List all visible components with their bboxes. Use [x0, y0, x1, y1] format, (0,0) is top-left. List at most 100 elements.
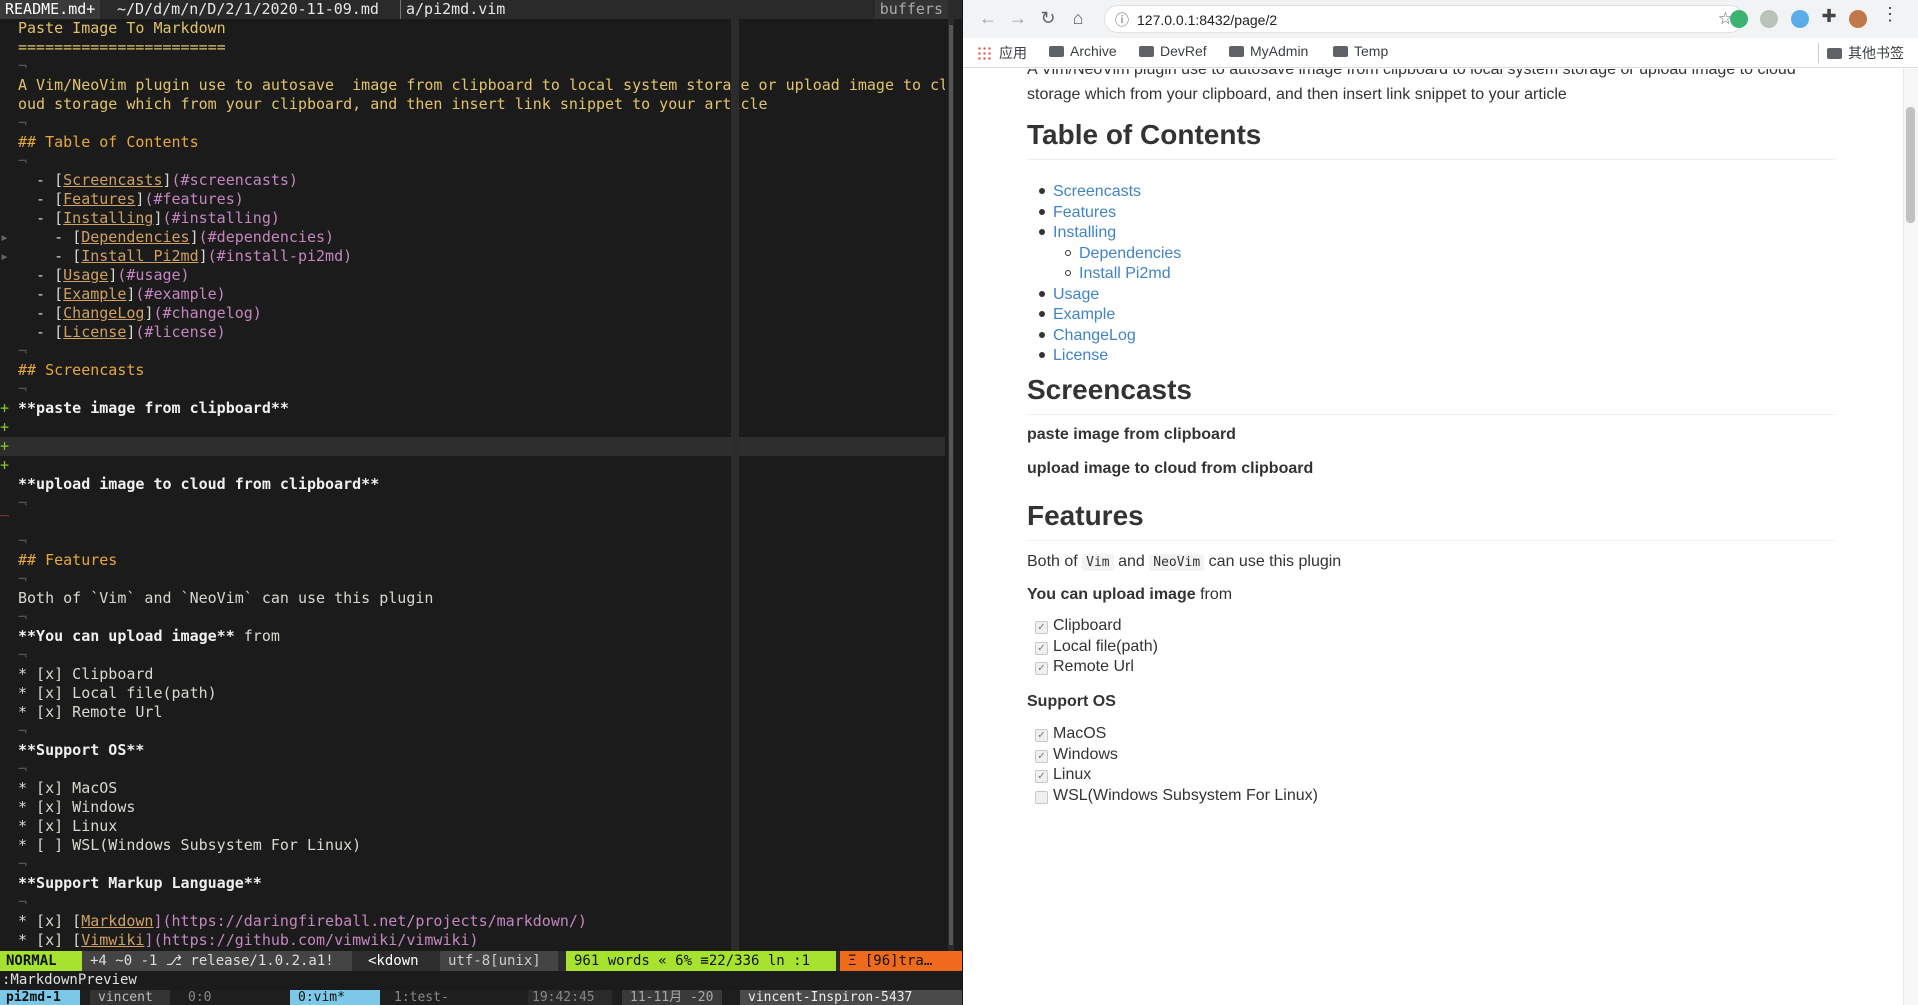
md-item: * [x] MacOS	[18, 779, 118, 797]
puzzle-icon[interactable]: ✚	[1818, 6, 1840, 27]
info-icon[interactable]: ⓘ	[1115, 10, 1129, 30]
bullet	[1039, 229, 1045, 235]
md-toc-line: - [ChangeLog](#changelog)	[18, 304, 262, 322]
tab-path[interactable]: ~/D/d/m/n/D/2/1/2020-11-09.md	[112, 0, 384, 19]
toc-link[interactable]: License	[1053, 343, 1108, 368]
mode-indicator: NORMAL	[0, 951, 82, 971]
checkbox-label: Windows	[1053, 745, 1118, 763]
md-toc-line: - [Features](#features)	[18, 190, 244, 208]
md-underline: =======================	[18, 38, 226, 56]
vim-cmdline[interactable]: :MarkdownPreview	[0, 971, 962, 990]
md-features-heading: ## Features	[18, 551, 118, 569]
tmux-status: pi2md-1 vincent 0:0 0:vim* 1:test- 19:42…	[0, 990, 962, 1005]
bookmarks-bar: 应用 Archive DevRef MyAdmin Temp 其他书签	[963, 38, 1918, 68]
extension-blue-icon[interactable]	[1791, 10, 1809, 28]
folder-icon	[1333, 46, 1348, 57]
checkbox[interactable]: ✓	[1035, 729, 1048, 742]
code-neovim: NeoVim	[1149, 554, 1205, 571]
bullet	[1039, 352, 1045, 358]
page-scrollbar-thumb[interactable]	[1906, 107, 1915, 223]
colorcolumn	[731, 19, 739, 951]
md-item: * [x] Clipboard	[18, 665, 154, 683]
paste-text: paste image from clipboard	[1027, 426, 1236, 443]
browser-window: ← → ↻ ⌂ ⓘ 127.0.0.1:8432/page/2 ☆ ✚ ⋮ 应用…	[963, 0, 1918, 1005]
md-link-markdown: Markdown	[81, 912, 154, 930]
bookmark-apps[interactable]: 应用	[977, 43, 1027, 63]
md-supportml: **Support Markup Language**	[18, 874, 262, 892]
bullet	[1039, 290, 1045, 297]
tmux-time: 19:42:45	[528, 990, 612, 1005]
home-icon[interactable]: ⌂	[1067, 8, 1089, 29]
tmux-session: pi2md-1	[0, 990, 80, 1005]
bookmark-temp[interactable]: Temp	[1333, 43, 1388, 59]
bookmark-devref[interactable]: DevRef	[1139, 43, 1207, 59]
reload-icon[interactable]: ↻	[1037, 8, 1059, 29]
forward-icon[interactable]: →	[1007, 8, 1029, 29]
checkbox[interactable]: ✓	[1035, 749, 1048, 763]
tmux-user: vincent	[90, 990, 170, 1005]
tmux-pane: 0:0	[188, 990, 212, 1005]
tab-pi2md[interactable]: a/pi2md.vim	[400, 0, 510, 19]
tmux-window[interactable]: 1:test-	[386, 990, 476, 1005]
vim-pane[interactable]: README.md+ ~/D/d/m/n/D/2/1/2020-11-09.md…	[0, 0, 962, 1005]
markdown-preview: A Vim/NeoVim plugin use to autosave imag…	[963, 69, 1903, 1005]
bullet	[1039, 311, 1045, 317]
menu-icon[interactable]: ⋮	[1879, 4, 1901, 25]
bookmark-archive[interactable]: Archive	[1049, 43, 1117, 59]
tmux-window-active[interactable]: 0:vim*	[290, 990, 380, 1005]
warnings: Ξ [96]tra…	[840, 951, 962, 971]
md-item: * [x] Windows	[18, 798, 136, 816]
vim-tabline: README.md+ ~/D/d/m/n/D/2/1/2020-11-09.md…	[0, 0, 962, 19]
checkbox-label: Clipboard	[1053, 617, 1122, 634]
youcan-paragraph: You can upload image from	[1027, 586, 1233, 603]
md-screencasts-heading: ## Screencasts	[18, 361, 145, 379]
encoding: utf-8[unix]	[440, 951, 558, 971]
filetype: <kdown	[368, 953, 419, 969]
bookmark-myadmin[interactable]: MyAdmin	[1229, 43, 1308, 59]
checkbox[interactable]: ✓	[1035, 770, 1048, 783]
md-paste-line: **paste image from clipboard**	[18, 399, 289, 417]
folder-icon	[1827, 48, 1842, 59]
md-toc-line: - [Screencasts](#screencasts)	[18, 171, 298, 189]
folder-icon	[1049, 46, 1064, 57]
md-upload-line: **upload image to cloud from clipboard**	[18, 475, 380, 493]
md-youcan-bold: **You can upload image**	[18, 627, 235, 645]
checkbox-label: WSL(Windows Subsystem For Linux)	[1053, 786, 1318, 804]
bookmark-other[interactable]: 其他书签	[1818, 43, 1904, 63]
tmux-date: 11-11月 -20	[622, 990, 722, 1005]
md-toc-line: - [Installing](#installing)	[18, 209, 280, 227]
back-icon[interactable]: ←	[977, 8, 999, 29]
checkbox[interactable]	[1035, 790, 1048, 804]
address-bar[interactable]: ⓘ 127.0.0.1:8432/page/2 ☆	[1104, 5, 1744, 33]
vim-scrollbar-thumb[interactable]	[949, 25, 953, 945]
md-toc-line: - [Example](#example)	[18, 285, 226, 303]
tab-readme[interactable]: README.md+	[0, 0, 101, 19]
checkbox[interactable]: ✓	[1035, 621, 1048, 634]
folder-icon	[1229, 46, 1244, 57]
bullet	[1039, 331, 1045, 338]
checkbox-label: MacOS	[1053, 725, 1107, 742]
md-toc-line: - [Dependencies](#dependencies)	[18, 228, 335, 246]
toc-heading: Table of Contents	[1027, 119, 1835, 160]
checkbox-label: Remote Url	[1053, 658, 1134, 675]
checkbox[interactable]: ✓	[1035, 641, 1048, 655]
evernote-extension-icon[interactable]	[1730, 10, 1748, 28]
intro-paragraph: A Vim/NeoVim plugin use to autosave imag…	[1027, 69, 1796, 103]
checkbox-label: Local file(path)	[1053, 637, 1158, 655]
md-link-vimwiki: Vimwiki	[81, 931, 145, 949]
bullet	[1065, 249, 1071, 256]
upload-text: upload image to cloud from clipboard	[1027, 460, 1314, 477]
extension-icon[interactable]	[1760, 10, 1778, 28]
supportos-text: Support OS	[1027, 693, 1116, 710]
vim-statusline: NORMAL +4 ~0 -1 ⎇ release/1.0.2.a1! <kdo…	[0, 951, 962, 971]
apps-grid-icon	[977, 46, 991, 60]
checkbox[interactable]: ✓	[1035, 662, 1048, 675]
vim-editor[interactable]: Paste Image To Markdown ================…	[0, 19, 945, 951]
bullet	[1065, 270, 1071, 276]
md-intro-1: A Vim/NeoVim plugin use to autosave imag…	[18, 76, 945, 94]
md-item: * [ ] WSL(Windows Subsystem For Linux)	[18, 836, 362, 854]
md-toc-line: - [Usage](#usage)	[18, 266, 190, 284]
md-toc-line: - [Install Pi2md](#install-pi2md)	[18, 247, 353, 265]
avatar[interactable]	[1849, 10, 1867, 28]
md-youcan-rest: from	[234, 627, 280, 645]
